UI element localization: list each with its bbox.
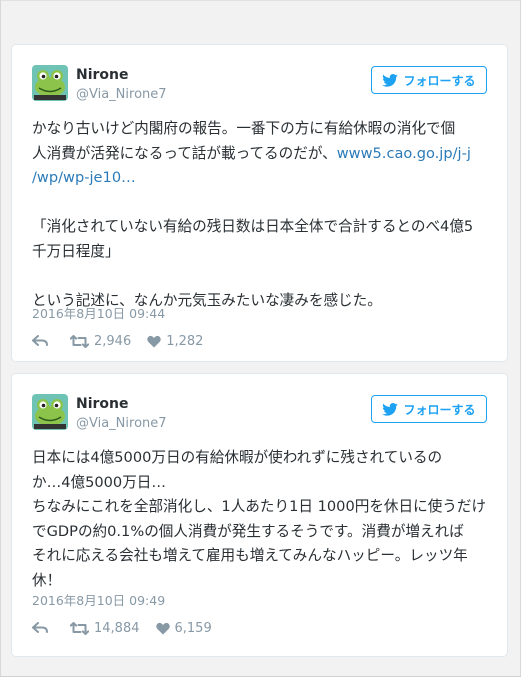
frog-avatar-icon — [32, 394, 68, 430]
like-button[interactable]: 1,282 — [147, 334, 203, 349]
heart-icon — [147, 335, 161, 347]
follow-button-label: フォローする — [403, 73, 476, 88]
heart-icon — [155, 622, 170, 634]
retweet-count: 14,884 — [94, 620, 140, 636]
tweet-text-line: でGDPの約0.1%の個人消費が発生するそうです。消費が増えれば — [32, 522, 464, 540]
author-name[interactable]: Nirone — [76, 67, 129, 83]
tweet-text-line: 人消費が活発になるって話が載ってるのだが、www5.cao.go.jp/j-j — [32, 142, 492, 167]
tweet-text-line: 千万日程度」 — [32, 242, 120, 260]
like-count: 6,159 — [174, 620, 212, 636]
like-count: 1,282 — [166, 333, 204, 349]
frame-top-edge — [0, 0, 521, 1]
avatar[interactable] — [32, 394, 68, 430]
tweet-text-line: ちなみにこれを全部消化し、1人あたり1日 1000円を休日に使うだけ — [32, 498, 487, 515]
tweet-text: かなり古いけど内閣府の報告。一番下の方に有給休暇の消化で個 人消費が活発になるっ… — [32, 117, 492, 313]
tweet-text-line: 「消化されていない有給の残日数は日本全体で合計するとのべ4億5 — [32, 218, 474, 235]
retweet-count: 2,946 — [94, 333, 132, 349]
reply-button[interactable] — [32, 622, 48, 634]
author-handle[interactable]: @Via_Nirone7 — [76, 87, 167, 102]
tweet-text-segment: 人消費が活発になるって話が載ってるのだが、 — [32, 144, 337, 162]
twitter-bird-icon — [382, 73, 399, 87]
follow-button[interactable]: フォローする — [371, 66, 487, 94]
twitter-bird-icon — [382, 402, 399, 416]
frog-avatar-icon — [32, 65, 68, 101]
follow-button-label: フォローする — [403, 402, 476, 417]
tweet-link[interactable]: www5.cao.go.jp/j-j — [337, 145, 471, 162]
reply-button[interactable] — [32, 335, 48, 347]
tweet-text: 日本には4億5000万日の有給休暇が使われずに残されているの か…4億5000万… — [32, 446, 492, 593]
avatar[interactable] — [32, 65, 68, 101]
retweet-icon — [70, 334, 89, 348]
tweet-link[interactable]: /wp/wp-je10… — [32, 166, 492, 191]
tweet-timestamp[interactable]: 2016年8月10日 09:49 — [32, 590, 165, 609]
tweet-card: Nirone @Via_Nirone7 フォローする 日本には4億5000万日の… — [11, 373, 508, 657]
tweet-actions: 2,946 1,282 — [32, 332, 203, 350]
retweet-icon — [70, 621, 89, 635]
tweet-text-line: か…4億5000万日… — [32, 473, 166, 491]
reply-icon — [32, 335, 48, 346]
author-handle[interactable]: @Via_Nirone7 — [76, 416, 167, 431]
tweet-text-line: それに応える会社も増えて雇用も増えてみんなハッピー。レッツ年 — [32, 547, 468, 564]
frame-left-edge — [0, 0, 1, 677]
tweet-card: Nirone @Via_Nirone7 フォローする かなり古いけど内閣府の報告… — [11, 44, 508, 362]
tweet-text-line: かなり古いけど内閣府の報告。一番下の方に有給休暇の消化で個 — [32, 120, 456, 137]
author-name[interactable]: Nirone — [76, 396, 129, 412]
tweet-timestamp[interactable]: 2016年8月10日 09:44 — [32, 303, 165, 322]
like-button[interactable]: 6,159 — [155, 620, 212, 636]
follow-button[interactable]: フォローする — [371, 395, 487, 423]
tweet-actions: 14,884 6,159 — [32, 619, 212, 637]
reply-icon — [32, 622, 48, 633]
tweet-text-line: 日本には4億5000万日の有給休暇が使われずに残されているの — [32, 449, 443, 466]
retweet-button[interactable]: 14,884 — [70, 621, 140, 636]
retweet-button[interactable]: 2,946 — [70, 334, 131, 349]
